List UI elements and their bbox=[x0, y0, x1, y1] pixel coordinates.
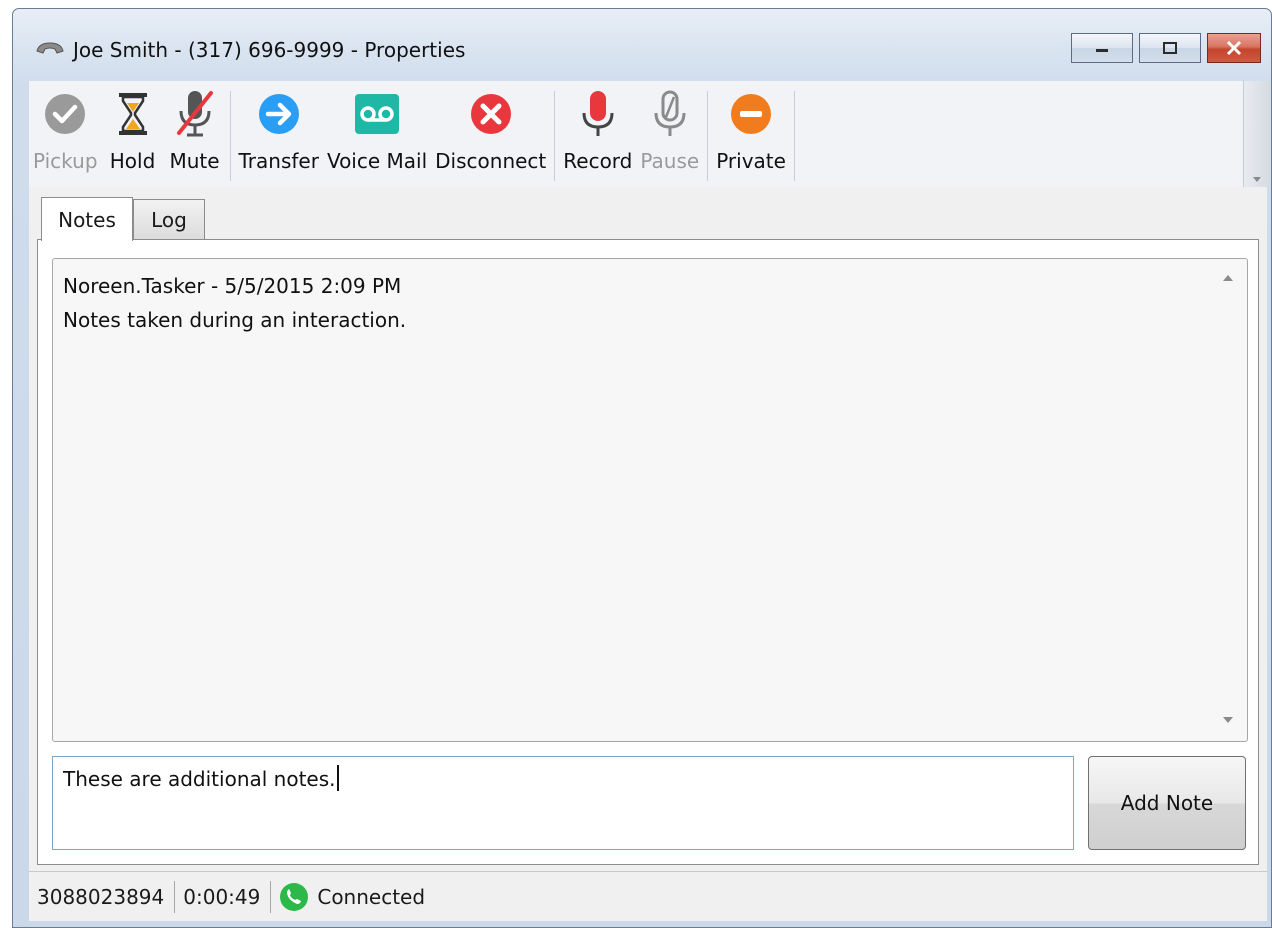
add-note-button[interactable]: Add Note bbox=[1088, 756, 1246, 850]
maximize-icon bbox=[1163, 42, 1177, 54]
window-title: Joe Smith - (317) 696-9999 - Properties bbox=[73, 38, 466, 62]
chevron-down-icon bbox=[1253, 177, 1261, 182]
tab-notes[interactable]: Notes bbox=[41, 197, 133, 241]
call-toolbar: Pickup Hold Mute Transfer Voice Mail Dis… bbox=[29, 81, 1243, 188]
close-icon bbox=[1226, 40, 1242, 56]
note-header: Noreen.Tasker - 5/5/2015 2:09 PM bbox=[63, 274, 402, 298]
record-button[interactable]: Record bbox=[559, 81, 636, 173]
new-note-input[interactable]: These are additional notes. bbox=[52, 756, 1074, 850]
private-label: Private bbox=[716, 149, 786, 173]
scroll-up-icon[interactable] bbox=[1223, 275, 1233, 281]
private-button[interactable]: Private bbox=[712, 81, 790, 173]
toolbar-overflow-scrollbar[interactable] bbox=[1243, 81, 1270, 187]
mute-button[interactable]: Mute bbox=[164, 81, 226, 173]
text-caret bbox=[336, 765, 339, 791]
phone-handset-icon bbox=[36, 42, 64, 54]
mute-label: Mute bbox=[169, 149, 220, 173]
status-bar: 3088023894 0:00:49 Connected bbox=[29, 871, 1267, 922]
title-bar[interactable]: Joe Smith - (317) 696-9999 - Properties bbox=[13, 9, 1271, 81]
new-note-text: These are additional notes. bbox=[63, 767, 336, 791]
disconnect-label: Disconnect bbox=[435, 149, 547, 173]
call-number: 3088023894 bbox=[37, 885, 165, 909]
minimize-icon bbox=[1096, 49, 1108, 52]
record-label: Record bbox=[563, 149, 633, 173]
call-duration: 0:00:49 bbox=[183, 885, 261, 909]
notes-history[interactable]: Noreen.Tasker - 5/5/2015 2:09 PM Notes t… bbox=[52, 258, 1248, 742]
minus-circle-icon bbox=[731, 94, 772, 134]
transfer-label: Transfer bbox=[238, 149, 319, 173]
pickup-label: Pickup bbox=[33, 149, 98, 173]
voicemail-icon bbox=[355, 94, 400, 134]
transfer-button[interactable]: Transfer bbox=[235, 81, 323, 173]
phone-connected-icon bbox=[280, 883, 309, 911]
maximize-button[interactable] bbox=[1139, 33, 1201, 63]
call-state-label: Connected bbox=[317, 885, 426, 909]
scroll-down-icon[interactable] bbox=[1223, 717, 1233, 723]
microphone-outline-icon bbox=[654, 90, 686, 136]
notes-panel: Noreen.Tasker - 5/5/2015 2:09 PM Notes t… bbox=[37, 239, 1259, 865]
minimize-button[interactable] bbox=[1071, 33, 1133, 63]
microphone-muted-icon bbox=[176, 91, 213, 137]
toolbar-separator bbox=[229, 91, 231, 181]
pause-button[interactable]: Pause bbox=[636, 81, 703, 173]
pickup-button[interactable]: Pickup bbox=[29, 81, 102, 173]
x-circle-icon bbox=[470, 94, 511, 134]
window-bottom-frame bbox=[13, 921, 1271, 927]
properties-window: Joe Smith - (317) 696-9999 - Properties … bbox=[12, 8, 1272, 928]
toolbar-separator bbox=[707, 91, 709, 181]
microphone-red-icon bbox=[582, 91, 614, 136]
arrow-right-circle-icon bbox=[258, 94, 299, 134]
voice-mail-label: Voice Mail bbox=[326, 149, 428, 173]
note-text: Notes taken during an interaction. bbox=[63, 308, 407, 332]
tabs-area: Notes Log Noreen.Tasker - 5/5/2015 2:09 … bbox=[29, 187, 1267, 871]
voice-mail-button[interactable]: Voice Mail bbox=[323, 81, 431, 173]
disconnect-button[interactable]: Disconnect bbox=[431, 81, 550, 173]
hourglass-icon bbox=[118, 93, 147, 135]
window-controls bbox=[1071, 33, 1261, 63]
hold-label: Hold bbox=[109, 149, 156, 173]
toolbar-separator bbox=[554, 91, 556, 181]
close-button[interactable] bbox=[1207, 33, 1261, 63]
hold-button[interactable]: Hold bbox=[102, 81, 164, 173]
check-circle-icon bbox=[45, 94, 86, 134]
pause-label: Pause bbox=[640, 149, 700, 173]
tab-log[interactable]: Log bbox=[133, 199, 205, 239]
toolbar-separator bbox=[793, 91, 795, 181]
call-state: Connected bbox=[271, 882, 435, 912]
